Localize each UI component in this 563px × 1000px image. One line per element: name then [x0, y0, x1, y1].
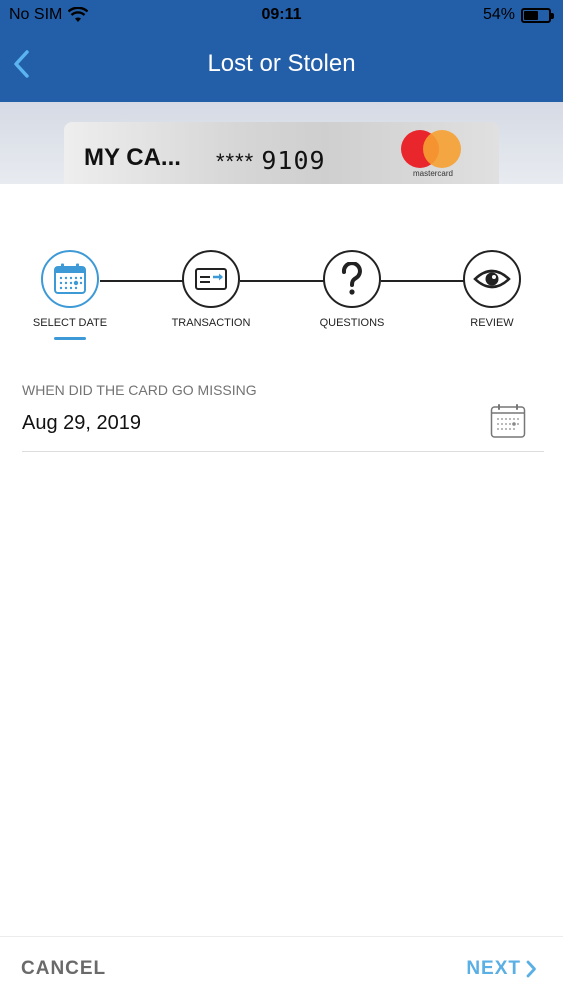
step-connector: [381, 280, 465, 282]
card-mask: ****: [216, 149, 255, 174]
card-image: MY CA... **** 9109 mastercard: [64, 122, 499, 184]
progress-stepper: SELECT DATE TRANSACTION QUESTIONS REVIEW: [0, 184, 563, 344]
step-label: TRANSACTION: [171, 317, 251, 329]
step-circle: [323, 250, 381, 308]
step-label: QUESTIONS: [319, 317, 385, 329]
step-label: SELECT DATE: [32, 317, 108, 329]
calendar-icon: [54, 263, 86, 294]
mastercard-logo-icon: [401, 130, 463, 172]
eye-icon: [473, 269, 511, 289]
battery-level: [524, 10, 539, 20]
date-field-label: WHEN DID THE CARD GO MISSING: [22, 382, 257, 398]
field-divider: [22, 451, 544, 452]
step-circle: [182, 250, 240, 308]
status-right: 54%: [482, 6, 554, 24]
page-title: Lost or Stolen: [207, 50, 356, 77]
step-connector: [240, 280, 324, 282]
card-transfer-icon: [195, 268, 227, 290]
next-button-label: NEXT: [466, 958, 521, 979]
status-time: 09:11: [261, 6, 302, 23]
step-circle: [41, 250, 99, 308]
calendar-icon: [490, 404, 526, 438]
battery-icon: [521, 7, 554, 23]
header-bar: No SIM 09:11 54% Lost or Stolen: [0, 0, 563, 102]
step-label: REVIEW: [470, 317, 514, 329]
card-name: MY CA...: [84, 144, 181, 171]
next-button[interactable]: NEXT: [466, 958, 537, 980]
status-bar: No SIM 09:11 54%: [0, 0, 563, 30]
card-network-label: mastercard: [412, 169, 453, 178]
card-banner: MY CA... **** 9109 mastercard: [0, 102, 563, 184]
chevron-right-icon: [526, 960, 536, 978]
card-last4: 9109: [261, 146, 326, 175]
cancel-button[interactable]: CANCEL: [21, 958, 106, 980]
step-connector: [100, 280, 183, 282]
question-icon: [341, 262, 362, 295]
date-picker-button[interactable]: [489, 402, 527, 440]
card-number: **** 9109: [216, 146, 326, 175]
step-circle: [463, 250, 521, 308]
active-step-indicator: [54, 337, 86, 340]
footer-divider: [0, 936, 563, 937]
battery-percent: 54%: [482, 6, 515, 23]
date-field-value[interactable]: Aug 29, 2019: [22, 412, 141, 435]
